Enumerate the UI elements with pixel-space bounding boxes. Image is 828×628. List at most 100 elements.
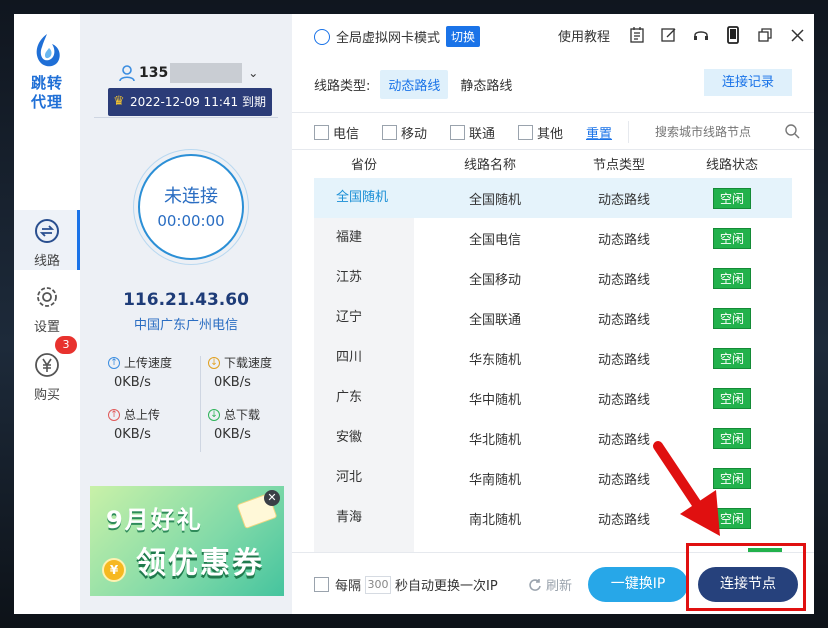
search-input[interactable]: [655, 121, 775, 143]
status-badge: 空闲: [712, 347, 751, 369]
headset-icon[interactable]: [690, 24, 712, 46]
status-cell: 空闲: [672, 387, 792, 409]
nav-item-buy[interactable]: 购买 3: [14, 336, 80, 404]
refresh-button[interactable]: 刷新: [528, 575, 572, 594]
current-isp: 中国广东广州电信: [133, 318, 238, 333]
province-cell[interactable]: 青海: [314, 498, 414, 538]
coin-icon: ¥: [102, 558, 126, 582]
checkbox[interactable]: [382, 125, 397, 140]
stats-divider: [200, 356, 201, 452]
tutorial-link[interactable]: 使用教程: [558, 26, 610, 45]
filter-other[interactable]: 其他: [518, 123, 563, 142]
top-toolbar: 全局虚拟网卡模式 切换 使用教程: [292, 14, 814, 58]
filter-telecom-label: 电信: [333, 127, 360, 142]
line-cell: 全国电信: [468, 232, 521, 248]
header-province: 省份: [350, 158, 377, 173]
mode-label: 全局虚拟网卡模式: [336, 31, 441, 46]
auto-switch-checkbox[interactable]: [314, 577, 329, 592]
username-redaction: [170, 63, 243, 83]
province-cell[interactable]: 安徽: [314, 418, 414, 458]
restore-window-icon[interactable]: [754, 24, 776, 46]
route-switch-icon: [35, 219, 59, 243]
buy-badge: 3: [55, 336, 77, 354]
table-row[interactable]: 全国随机 全国随机 动态路线 空闲: [314, 178, 792, 218]
header-line-name: 线路名称: [463, 158, 516, 173]
province-cell[interactable]: 河北: [314, 458, 414, 498]
status-badge: 空闲: [712, 227, 751, 249]
connection-status-ring[interactable]: 未连接 00:00:00: [138, 154, 244, 260]
one-key-change-ip-button[interactable]: 一键换IP: [588, 567, 688, 602]
status-badge: 空闲: [712, 307, 751, 329]
checkbox[interactable]: [450, 125, 465, 140]
tab-static-route[interactable]: 静态路线: [452, 70, 520, 99]
upload-icon: ↑: [108, 356, 120, 369]
search-box: [628, 121, 800, 143]
filter-telecom[interactable]: 电信: [314, 123, 359, 142]
table-row[interactable]: 福建 全国电信 动态路线 空闲: [314, 218, 792, 258]
province-cell[interactable]: 辽宁: [314, 298, 414, 338]
refresh-icon: [529, 578, 541, 591]
close-window-icon[interactable]: [786, 24, 808, 46]
mode-icon: [314, 28, 330, 45]
type-cell: 动态路线: [597, 312, 650, 328]
connection-status: 未连接: [164, 186, 218, 207]
nav-settings-label: 设置: [33, 320, 60, 335]
divider: [94, 117, 278, 118]
promo-banner[interactable]: 9月好礼 领优惠券 ¥ ✕: [90, 486, 284, 596]
crown-icon: ♛: [113, 94, 125, 109]
filter-unicom[interactable]: 联通: [450, 123, 495, 142]
line-cell: 华南随机: [468, 472, 521, 488]
left-nav: 跳转 代理 线路 设置 购买 3: [14, 14, 80, 614]
table-row[interactable]: 辽宁 全国联通 动态路线 空闲: [314, 298, 792, 338]
tab-dynamic-route[interactable]: 动态路线: [380, 70, 449, 99]
chevron-down-icon: ⌄: [248, 66, 259, 80]
switch-mode-button[interactable]: 切换: [446, 26, 481, 47]
edit-icon[interactable]: [658, 24, 680, 46]
auto-switch-setting: 每隔 300 秒自动更换一次IP: [314, 575, 498, 594]
expire-text: 2022-12-09 11:41 到期: [130, 95, 266, 109]
province-cell[interactable]: 全国随机: [314, 178, 414, 218]
reset-filters-link[interactable]: 重置: [586, 123, 612, 142]
close-icon[interactable]: ✕: [264, 490, 280, 506]
table-row[interactable]: 四川 华东随机 动态路线 空闲: [314, 338, 792, 378]
upload-speed-stat: ↑ 上传速度 0KB/s: [108, 354, 190, 390]
gear-icon: [37, 287, 57, 307]
filter-mobile[interactable]: 移动: [382, 123, 427, 142]
line-cell: 全国联通: [468, 312, 521, 328]
filter-mobile-label: 移动: [401, 127, 428, 142]
notes-icon[interactable]: [626, 24, 648, 46]
province-cell[interactable]: 广东: [314, 378, 414, 418]
interval-seconds-input[interactable]: 300: [365, 575, 392, 594]
route-type-label: 线路类型:: [314, 79, 371, 94]
type-cell: 动态路线: [597, 392, 650, 408]
table-row[interactable]: 江苏 全国移动 动态路线 空闲: [314, 258, 792, 298]
province-cell[interactable]: 福建: [314, 218, 414, 258]
total-upload-stat: ↑ 总上传 0KB/s: [108, 406, 190, 442]
province-cell[interactable]: 江苏: [314, 258, 414, 298]
window-controls: [626, 24, 814, 46]
annotation-arrow-icon: [653, 441, 720, 536]
current-ip: 116.21.43.60: [123, 290, 249, 310]
checkbox[interactable]: [314, 125, 329, 140]
connection-record-button[interactable]: 连接记录: [704, 69, 792, 96]
download-speed-value: 0KB/s: [214, 375, 251, 390]
status-cell: 空闲: [672, 227, 792, 249]
mode-indicator: 全局虚拟网卡模式 切换: [314, 26, 481, 47]
nav-buy-label: 购买: [33, 388, 60, 403]
traffic-stats: ↑ 上传速度 0KB/s ↓ 下载速度 0KB/s ↑ 总上传 0KB/s ↓ 总下载 …: [108, 354, 280, 454]
user-menu[interactable]: 135 ⌄: [118, 62, 258, 84]
filter-unicom-label: 联通: [469, 127, 496, 142]
promo-line-1: 9月好礼: [106, 506, 203, 534]
mobile-icon[interactable]: [722, 24, 744, 46]
line-cell: 南北随机: [468, 512, 521, 528]
every-label: 每隔: [335, 579, 362, 594]
nav-item-settings[interactable]: 设置: [14, 276, 80, 336]
checkbox[interactable]: [518, 125, 533, 140]
yen-icon: [35, 353, 59, 377]
total-download-value: 0KB/s: [214, 427, 251, 442]
province-cell[interactable]: 四川: [314, 338, 414, 378]
table-row[interactable]: 广东 华中随机 动态路线 空闲: [314, 378, 792, 418]
total-download-label: 总下载: [224, 408, 261, 422]
nav-item-route[interactable]: 线路: [14, 210, 80, 270]
search-icon[interactable]: [784, 123, 800, 139]
